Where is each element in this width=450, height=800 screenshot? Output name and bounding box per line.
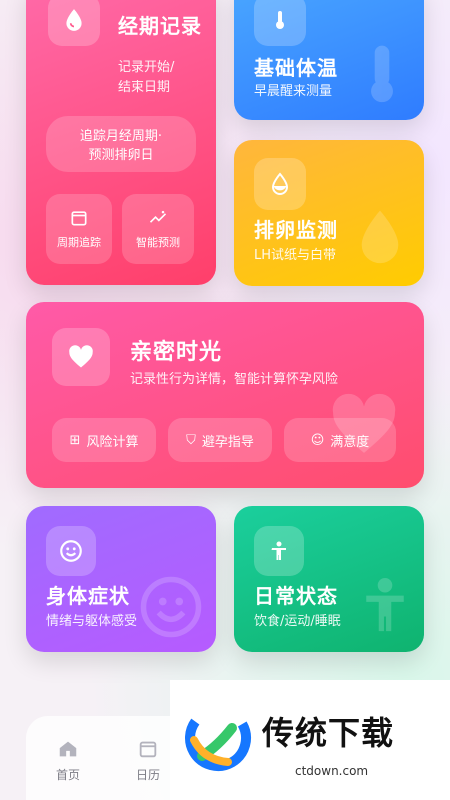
temperature-subtitle: 早晨醒来测量	[254, 84, 333, 99]
ovulation-monitor-card[interactable]: 排卵监测 LH试纸与白带	[234, 140, 424, 286]
grid-icon: ⊞	[69, 432, 81, 448]
period-title: 经期记录	[118, 14, 202, 38]
smile-ghost-icon	[138, 574, 204, 644]
smart-predict-label: 智能预测	[136, 236, 180, 249]
daily-status-card[interactable]: 日常状态 饮食/运动/睡眠	[234, 506, 424, 652]
smile-icon	[46, 526, 96, 576]
intimacy-title: 亲密时光	[130, 340, 223, 365]
cycle-tracking-label: 周期追踪	[57, 236, 101, 249]
calendar-icon	[71, 211, 87, 226]
watermark-url: ctdown.com	[295, 764, 369, 778]
watermark-brand: 传统下载	[262, 714, 395, 752]
person-icon	[254, 526, 304, 576]
thermometer-icon	[254, 0, 306, 46]
droplet-icon	[48, 0, 100, 46]
track-cycle-button[interactable]: 追踪月经周期· 预测排卵日	[46, 116, 196, 172]
track-cycle-line2: 预测排卵日	[88, 148, 154, 163]
basal-temperature-card[interactable]: 基础体温 早晨醒来测量	[234, 0, 424, 120]
daily-subtitle: 饮食/运动/睡眠	[254, 614, 341, 629]
ovulation-title: 排卵监测	[254, 218, 338, 242]
thermometer-ghost-icon	[360, 42, 404, 108]
period-subtitle-line2: 结束日期	[118, 80, 171, 95]
period-subtitle-line1: 记录开始/	[118, 60, 175, 75]
ovulation-subtitle: LH试纸与白带	[254, 248, 337, 263]
tab-home[interactable]: 首页	[56, 738, 80, 783]
smile-small-icon: ☺	[310, 432, 325, 448]
intimacy-subtitle: 记录性行为详情，智能计算怀孕风险	[130, 372, 339, 387]
risk-calc-label: 风险计算	[86, 434, 139, 450]
contraception-guide-button[interactable]: ⛉ 避孕指导	[168, 418, 272, 462]
heart-icon	[52, 328, 110, 386]
drop-half-icon	[254, 158, 306, 210]
daily-title: 日常状态	[254, 584, 338, 608]
home-icon	[59, 741, 77, 757]
trend-sparkle-icon	[149, 210, 167, 223]
tab-home-label: 首页	[56, 768, 81, 782]
tab-calendar-label: 日历	[136, 768, 161, 782]
temperature-title: 基础体温	[254, 56, 338, 80]
symptoms-subtitle: 情绪与躯体感受	[46, 614, 138, 629]
symptoms-title: 身体症状	[46, 584, 130, 608]
shield-icon: ⛉	[186, 432, 196, 448]
heart-ghost-icon	[326, 388, 402, 460]
track-cycle-line1: 追踪月经周期·	[79, 129, 163, 144]
smart-predict-button[interactable]: 智能预测	[122, 194, 194, 264]
cycle-tracking-button[interactable]: 周期追踪	[46, 194, 112, 264]
body-symptoms-card[interactable]: 身体症状 情绪与躯体感受	[26, 506, 216, 652]
calendar-tab-icon	[139, 741, 157, 758]
person-ghost-icon	[360, 574, 410, 638]
intimacy-card[interactable]: 亲密时光 记录性行为详情，智能计算怀孕风险 ⊞ 风险计算 ⛉ 避孕指导 ☺ 满意…	[26, 302, 424, 488]
period-record-card[interactable]: 经期记录 记录开始/ 结束日期 追踪月经周期· 预测排卵日 周期追踪 智能预测	[26, 0, 216, 285]
risk-calc-button[interactable]: ⊞ 风险计算	[52, 418, 156, 462]
drop-ghost-icon	[352, 206, 408, 274]
tab-calendar[interactable]: 日历	[136, 738, 160, 783]
watermark-logo	[182, 702, 254, 778]
contraception-guide-label: 避孕指导	[201, 434, 254, 450]
